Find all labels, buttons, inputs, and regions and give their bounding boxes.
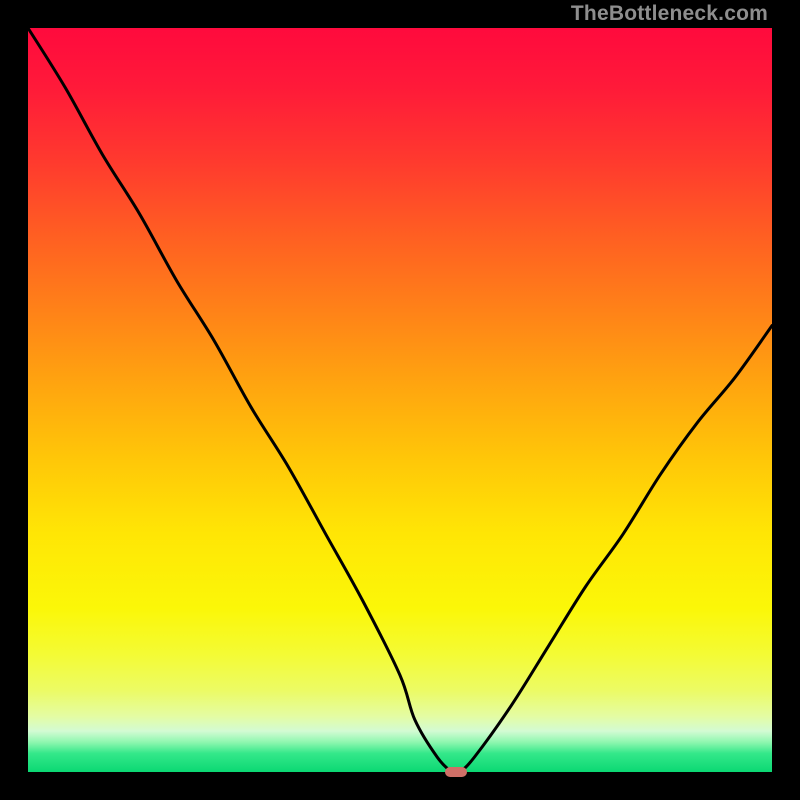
plot-area: [28, 28, 772, 772]
watermark-text: TheBottleneck.com: [571, 2, 768, 26]
chart-stage: TheBottleneck.com: [0, 0, 800, 800]
bottleneck-curve: [28, 28, 772, 772]
minimum-marker: [445, 767, 467, 777]
